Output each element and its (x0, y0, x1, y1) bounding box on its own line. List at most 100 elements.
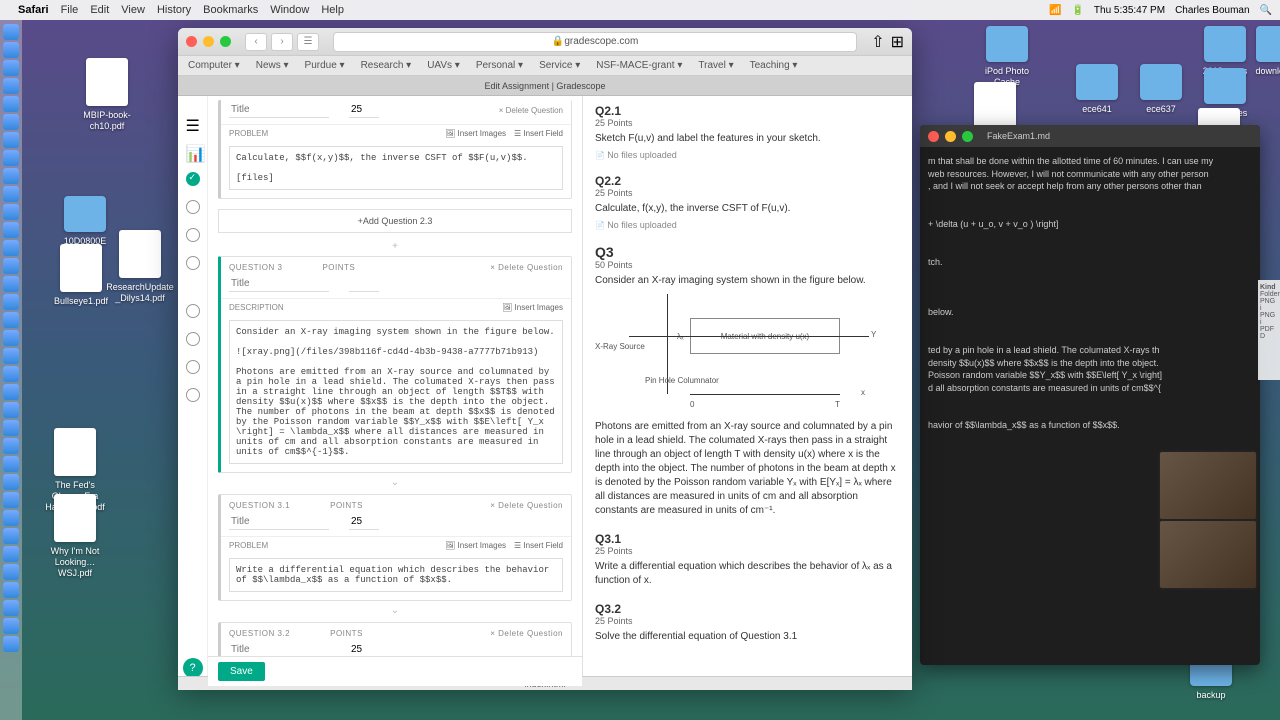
share-button[interactable]: ⇧ (871, 32, 884, 52)
dock-app[interactable] (3, 276, 19, 292)
insert-images-link[interactable]: 🖼 Insert Images (502, 303, 563, 312)
menu-help[interactable]: Help (321, 4, 344, 16)
menu-bookmarks[interactable]: Bookmarks (203, 4, 258, 16)
step-icon[interactable] (186, 228, 200, 242)
wifi-icon[interactable]: 📶 (1049, 5, 1061, 16)
dock-app[interactable] (3, 546, 19, 562)
title-input[interactable] (229, 514, 329, 530)
step-icon[interactable] (186, 332, 200, 346)
collapse-handle[interactable]: ⌄ (218, 605, 572, 616)
dock-app[interactable] (3, 366, 19, 382)
bookmark-item[interactable]: NSF-MACE-grant ▾ (596, 60, 682, 71)
delete-question-link[interactable]: × Delete Question (490, 263, 563, 272)
dock-app[interactable] (3, 474, 19, 490)
dock-app[interactable] (3, 168, 19, 184)
battery-icon[interactable]: 🔋 (1071, 5, 1083, 16)
description-textarea[interactable]: Consider an X-ray imaging system shown i… (229, 320, 563, 464)
dock-app[interactable] (3, 240, 19, 256)
help-button[interactable]: ? (183, 658, 203, 678)
desktop-icon[interactable]: Bullseye1.pdf (46, 244, 116, 307)
stats-icon[interactable]: 📊 (186, 144, 200, 158)
menu-file[interactable]: File (61, 4, 79, 16)
points-input[interactable] (349, 102, 379, 118)
dock-app[interactable] (3, 384, 19, 400)
delete-question-link[interactable]: × Delete Question (499, 106, 563, 115)
editor-body[interactable]: m that shall be done within the allotted… (920, 147, 1260, 440)
dock-app[interactable] (3, 222, 19, 238)
dock-app[interactable] (3, 60, 19, 76)
close-icon[interactable] (928, 131, 939, 142)
dock-app[interactable] (3, 420, 19, 436)
tabs-button[interactable]: ⊞ (891, 32, 904, 52)
bookmark-item[interactable]: Travel ▾ (698, 60, 733, 71)
zoom-icon[interactable] (220, 36, 231, 47)
points-input[interactable] (349, 514, 379, 530)
outline-icon[interactable]: ☰ (186, 116, 200, 130)
sidebar-button[interactable]: ☰ (297, 33, 319, 51)
minimize-icon[interactable] (203, 36, 214, 47)
add-question-button[interactable]: +Add Question 2.3 (218, 209, 572, 233)
step-icon[interactable] (186, 388, 200, 402)
dock-app[interactable] (3, 438, 19, 454)
dock-app[interactable] (3, 618, 19, 634)
minimize-icon[interactable] (945, 131, 956, 142)
clock[interactable]: Thu 5:35:47 PM (1094, 5, 1165, 16)
dock-app[interactable] (3, 204, 19, 220)
dock-app[interactable] (3, 150, 19, 166)
dock-app[interactable] (3, 636, 19, 652)
add-divider[interactable]: + (218, 241, 572, 252)
desktop-icon[interactable]: downloads (1242, 26, 1280, 77)
step-icon[interactable] (186, 304, 200, 318)
video-call-window[interactable] (1158, 450, 1258, 590)
dock-app[interactable] (3, 78, 19, 94)
user-name[interactable]: Charles Bouman (1175, 5, 1249, 16)
dock-app[interactable] (3, 312, 19, 328)
dock-app[interactable] (3, 186, 19, 202)
menu-view[interactable]: View (121, 4, 145, 16)
editor-titlebar[interactable]: FakeExam1.md (920, 125, 1260, 147)
dock-app[interactable] (3, 528, 19, 544)
problem-textarea[interactable]: Write a differential equation which desc… (229, 558, 563, 592)
step-icon[interactable] (186, 200, 200, 214)
dock-app[interactable] (3, 582, 19, 598)
browser-tab[interactable]: Edit Assignment | Gradescope (178, 76, 912, 96)
step-icon[interactable] (186, 360, 200, 374)
insert-images-link[interactable]: 🖼 Insert Images (445, 541, 506, 550)
bookmark-item[interactable]: UAVs ▾ (427, 60, 460, 71)
safari-titlebar[interactable]: ‹ › ☰ 🔒 gradescope.com ⇧ ⊞ (178, 28, 912, 56)
insert-field-link[interactable]: ☰ Insert Field (514, 129, 563, 138)
dock-app[interactable] (3, 96, 19, 112)
menu-window[interactable]: Window (270, 4, 309, 16)
desktop-icon[interactable]: Why I'm Not Looking…WSJ.pdf (40, 494, 110, 578)
title-input[interactable] (229, 102, 329, 118)
bookmark-item[interactable]: Research ▾ (361, 60, 412, 71)
desktop-icon[interactable]: ece641 (1062, 64, 1132, 115)
bookmark-item[interactable]: Personal ▾ (476, 60, 523, 71)
close-icon[interactable] (186, 36, 197, 47)
title-input[interactable] (229, 276, 329, 292)
desktop-icon[interactable]: MBIP-book-ch10.pdf (72, 58, 142, 132)
dock-app[interactable] (3, 492, 19, 508)
back-button[interactable]: ‹ (245, 33, 267, 51)
dock-app[interactable] (3, 330, 19, 346)
desktop-icon[interactable]: iPod Photo Cache (972, 26, 1042, 88)
problem-textarea[interactable]: Calculate, $$f(x,y)$$, the inverse CSFT … (229, 146, 563, 190)
dock-app[interactable] (3, 402, 19, 418)
dock-app[interactable] (3, 510, 19, 526)
dock-app[interactable] (3, 114, 19, 130)
delete-question-link[interactable]: × Delete Question (490, 629, 563, 638)
insert-images-link[interactable]: 🖼 Insert Images (445, 129, 506, 138)
menu-edit[interactable]: Edit (90, 4, 109, 16)
forward-button[interactable]: › (271, 33, 293, 51)
points-input[interactable] (349, 276, 379, 292)
bookmark-item[interactable]: Purdue ▾ (305, 60, 345, 71)
spotlight-icon[interactable]: 🔍 (1260, 5, 1272, 16)
bookmark-item[interactable]: Service ▾ (539, 60, 580, 71)
menu-history[interactable]: History (157, 4, 191, 16)
zoom-icon[interactable] (962, 131, 973, 142)
url-bar[interactable]: 🔒 gradescope.com (333, 32, 857, 52)
dock-app[interactable] (3, 294, 19, 310)
step-done-icon[interactable] (186, 172, 200, 186)
insert-field-link[interactable]: ☰ Insert Field (514, 541, 563, 550)
dock-app[interactable] (3, 564, 19, 580)
